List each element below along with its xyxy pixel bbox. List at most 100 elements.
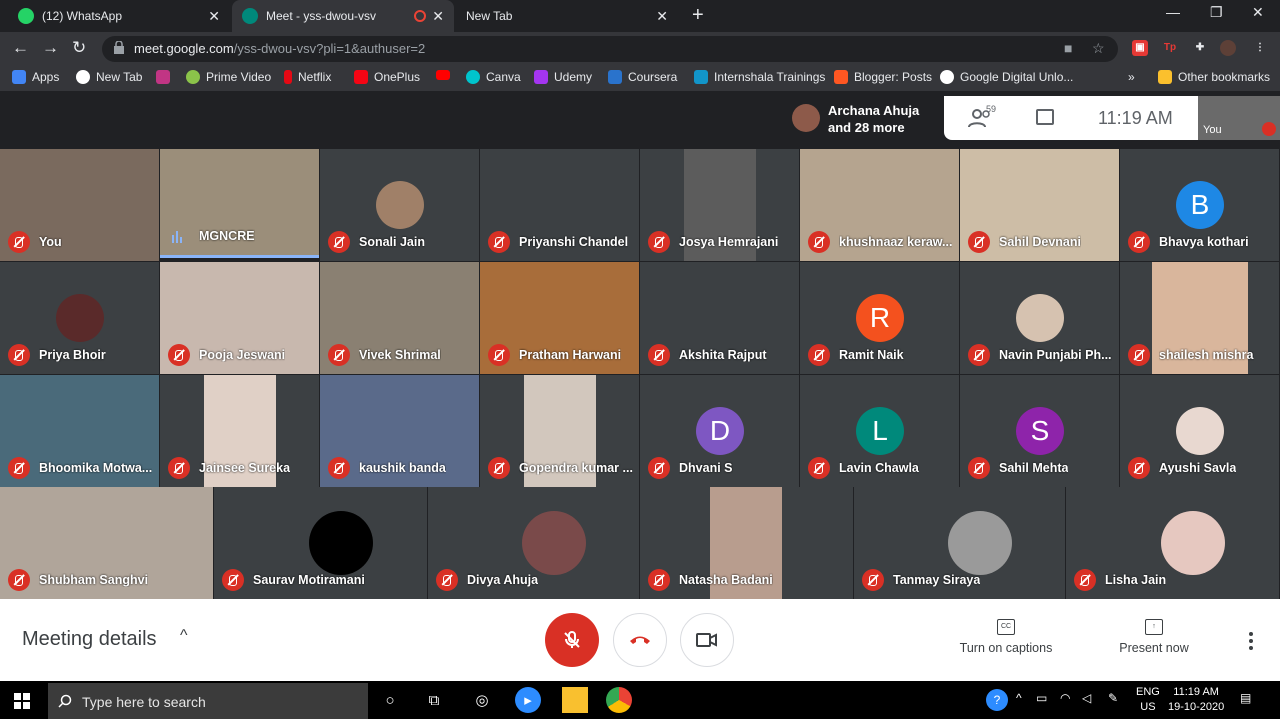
participant-tile[interactable]: Pooja Jeswani: [160, 262, 319, 374]
present-now-button[interactable]: ↑ Present now: [1108, 619, 1200, 655]
participant-tile[interactable]: MGNCRE: [160, 149, 319, 258]
back-icon[interactable]: ←: [12, 38, 29, 58]
participant-tile[interactable]: Tanmay Siraya: [854, 487, 1065, 599]
presentation-info[interactable]: Archana Ahuja and 28 more: [786, 96, 944, 140]
self-view-thumbnail[interactable]: You: [1198, 96, 1280, 140]
bookmark-instagram[interactable]: [156, 70, 176, 84]
participant-tile[interactable]: khushnaaz keraw...: [800, 149, 959, 261]
participant-tile[interactable]: Ayushi Savla: [1120, 375, 1279, 487]
chevron-up-icon[interactable]: ^: [1016, 691, 1022, 705]
participant-tile[interactable]: Divya Ahuja: [428, 487, 639, 599]
extension-icon[interactable]: ▣: [1132, 40, 1148, 56]
bookmark-canva[interactable]: Canva: [466, 70, 521, 84]
window-close-icon[interactable]: ✕: [1252, 4, 1264, 21]
new-tab-icon[interactable]: +: [692, 4, 704, 27]
meeting-details-button[interactable]: Meeting details: [22, 628, 157, 651]
participant-tile[interactable]: Jainsee Sureka: [160, 375, 319, 487]
bookmark-udemy[interactable]: Udemy: [534, 70, 592, 84]
participant-tile[interactable]: R Ramit Naik: [800, 262, 959, 374]
participant-tile[interactable]: kaushik banda: [320, 375, 479, 487]
close-icon[interactable]: ✕: [432, 8, 444, 25]
participant-tile[interactable]: Bhoomika Motwa...: [0, 375, 159, 487]
profile-avatar[interactable]: [1220, 40, 1236, 56]
puzzle-icon[interactable]: ✚: [1192, 40, 1208, 56]
participant-tile[interactable]: Vivek Shrimal: [320, 262, 479, 374]
bookmark-netflix[interactable]: Netflix: [284, 70, 331, 84]
participant-tile[interactable]: L Lavin Chawla: [800, 375, 959, 487]
windows-start-icon[interactable]: [14, 693, 30, 709]
participant-tile[interactable]: Navin Punjabi Ph...: [960, 262, 1119, 374]
restore-icon[interactable]: ❐: [1210, 4, 1223, 21]
participant-tile[interactable]: Priya Bhoir: [0, 262, 159, 374]
mic-off-icon: [1128, 231, 1150, 253]
bookmark-other[interactable]: Other bookmarks: [1158, 70, 1270, 84]
extension-tp-icon[interactable]: Tp: [1162, 40, 1178, 56]
participant-tile[interactable]: D Dhvani S: [640, 375, 799, 487]
bookmark-internshala[interactable]: Internshala Trainings: [694, 70, 825, 84]
chevron-up-icon[interactable]: ^: [180, 627, 188, 645]
taskbar-search[interactable]: Type here to search: [48, 683, 368, 719]
notifications-icon[interactable]: ▤: [1240, 691, 1251, 705]
forward-icon[interactable]: →: [42, 38, 59, 58]
mic-off-icon: [862, 569, 884, 591]
pen-icon[interactable]: ✎: [1108, 691, 1118, 705]
wifi-icon[interactable]: ◠: [1060, 691, 1070, 705]
bookmark-oneplus[interactable]: OnePlus: [354, 70, 420, 84]
participant-name: MGNCRE: [199, 229, 255, 243]
participant-tile[interactable]: Sonali Jain: [320, 149, 479, 261]
bookmark-youtube[interactable]: [436, 70, 456, 80]
camera-icon[interactable]: ■: [1064, 40, 1072, 56]
chat-icon[interactable]: [1036, 109, 1054, 125]
participant-tile[interactable]: Natasha Badani: [640, 487, 853, 599]
close-icon[interactable]: ✕: [656, 8, 668, 25]
taskbar-clock[interactable]: 11:19 AM 19-10-2020: [1168, 685, 1224, 715]
participant-tile[interactable]: Saurav Motiramani: [214, 487, 427, 599]
tab-new-tab[interactable]: New Tab ✕: [456, 0, 678, 32]
volume-icon[interactable]: ◁: [1082, 691, 1091, 705]
bookmark-overflow[interactable]: »: [1128, 70, 1135, 84]
reload-icon[interactable]: ↻: [72, 38, 86, 58]
close-icon[interactable]: ✕: [208, 8, 220, 25]
star-icon[interactable]: ☆: [1092, 40, 1105, 57]
bookmark-new-tab[interactable]: New Tab: [76, 70, 142, 84]
participant-tile[interactable]: shailesh mishra: [1120, 262, 1279, 374]
participant-tile[interactable]: Josya Hemrajani: [640, 149, 799, 261]
bookmark-coursera[interactable]: Coursera: [608, 70, 677, 84]
task-view-icon[interactable]: ⧉: [421, 687, 447, 713]
battery-icon[interactable]: ▭: [1036, 691, 1047, 705]
more-options-icon[interactable]: [1243, 631, 1259, 651]
participant-tile[interactable]: Gopendra kumar ...: [480, 375, 639, 487]
captions-button[interactable]: CC Turn on captions: [952, 619, 1060, 655]
participant-tile[interactable]: B Bhavya kothari: [1120, 149, 1279, 261]
bookmark-apps[interactable]: Apps: [12, 70, 59, 84]
menu-icon[interactable]: ⋮: [1252, 40, 1268, 56]
participant-tile[interactable]: You: [0, 149, 159, 261]
tab-whatsapp[interactable]: (12) WhatsApp ✕: [8, 0, 230, 32]
participant-tile[interactable]: Akshita Rajput: [640, 262, 799, 374]
bookmark-prime-video[interactable]: Prime Video: [186, 70, 271, 84]
tab-meet[interactable]: Meet - yss-dwou-vsv ✕: [232, 0, 454, 32]
participant-tile[interactable]: Sahil Devnani: [960, 149, 1119, 261]
chrome-icon[interactable]: [606, 687, 632, 713]
leave-call-button[interactable]: [613, 613, 667, 667]
participant-tile[interactable]: Shubham Sanghvi: [0, 487, 213, 599]
cortana-icon[interactable]: ○: [377, 687, 403, 713]
mic-toggle-button[interactable]: [545, 613, 599, 667]
address-bar[interactable]: meet.google.com/yss-dwou-vsv?pli=1&authu…: [102, 36, 1118, 62]
bookmark-google-digital[interactable]: Google Digital Unlo...: [940, 70, 1073, 84]
participant-tile[interactable]: Lisha Jain: [1066, 487, 1279, 599]
participant-tile[interactable]: Priyanshi Chandel: [480, 149, 639, 261]
participant-tile[interactable]: S Sahil Mehta: [960, 375, 1119, 487]
participant-tile[interactable]: Pratham Harwani: [480, 262, 639, 374]
bookmark-blogger[interactable]: Blogger: Posts: [834, 70, 932, 84]
file-explorer-icon[interactable]: [562, 687, 588, 713]
language-indicator[interactable]: ENG US: [1136, 685, 1160, 715]
help-icon[interactable]: ?: [986, 689, 1008, 711]
minimize-icon[interactable]: —: [1166, 4, 1180, 20]
app-icon[interactable]: ◎: [469, 687, 495, 713]
camera-toggle-button[interactable]: [680, 613, 734, 667]
participant-name: Pooja Jeswani: [199, 348, 286, 362]
zoom-icon[interactable]: ▸: [515, 687, 541, 713]
participant-name: Sahil Devnani: [999, 235, 1081, 249]
participant-name: Akshita Rajput: [679, 348, 767, 362]
